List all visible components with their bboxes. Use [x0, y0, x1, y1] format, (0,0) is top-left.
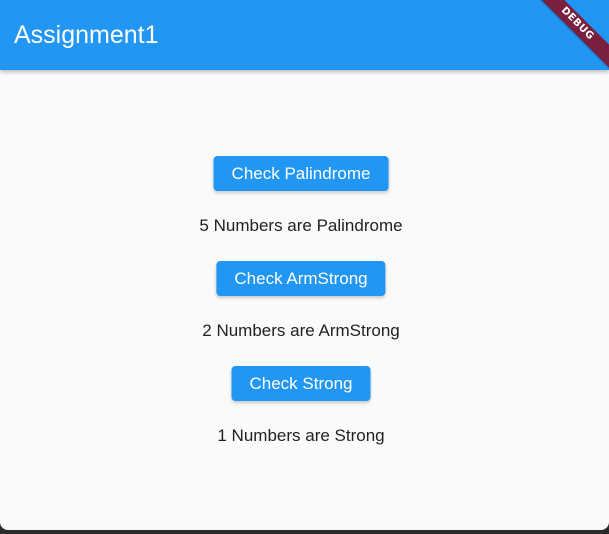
app-window: Assignment1 DEBUG Check Palindrome 5 Num… [0, 0, 609, 530]
armstrong-result-text: 2 Numbers are ArmStrong [202, 321, 400, 340]
strong-result-text: 1 Numbers are Strong [217, 426, 385, 445]
debug-banner: DEBUG [529, 0, 609, 80]
app-bar: Assignment1 [0, 0, 609, 70]
window-bottom-edge [0, 530, 609, 534]
main-content: Check Palindrome 5 Numbers are Palindrom… [0, 70, 609, 530]
app-title: Assignment1 [14, 21, 159, 49]
palindrome-result-text: 5 Numbers are Palindrome [199, 216, 403, 235]
check-palindrome-button[interactable]: Check Palindrome [213, 156, 389, 191]
check-strong-button[interactable]: Check Strong [231, 366, 371, 401]
debug-ribbon-label: DEBUG [529, 0, 609, 73]
check-armstrong-button[interactable]: Check ArmStrong [216, 261, 386, 296]
